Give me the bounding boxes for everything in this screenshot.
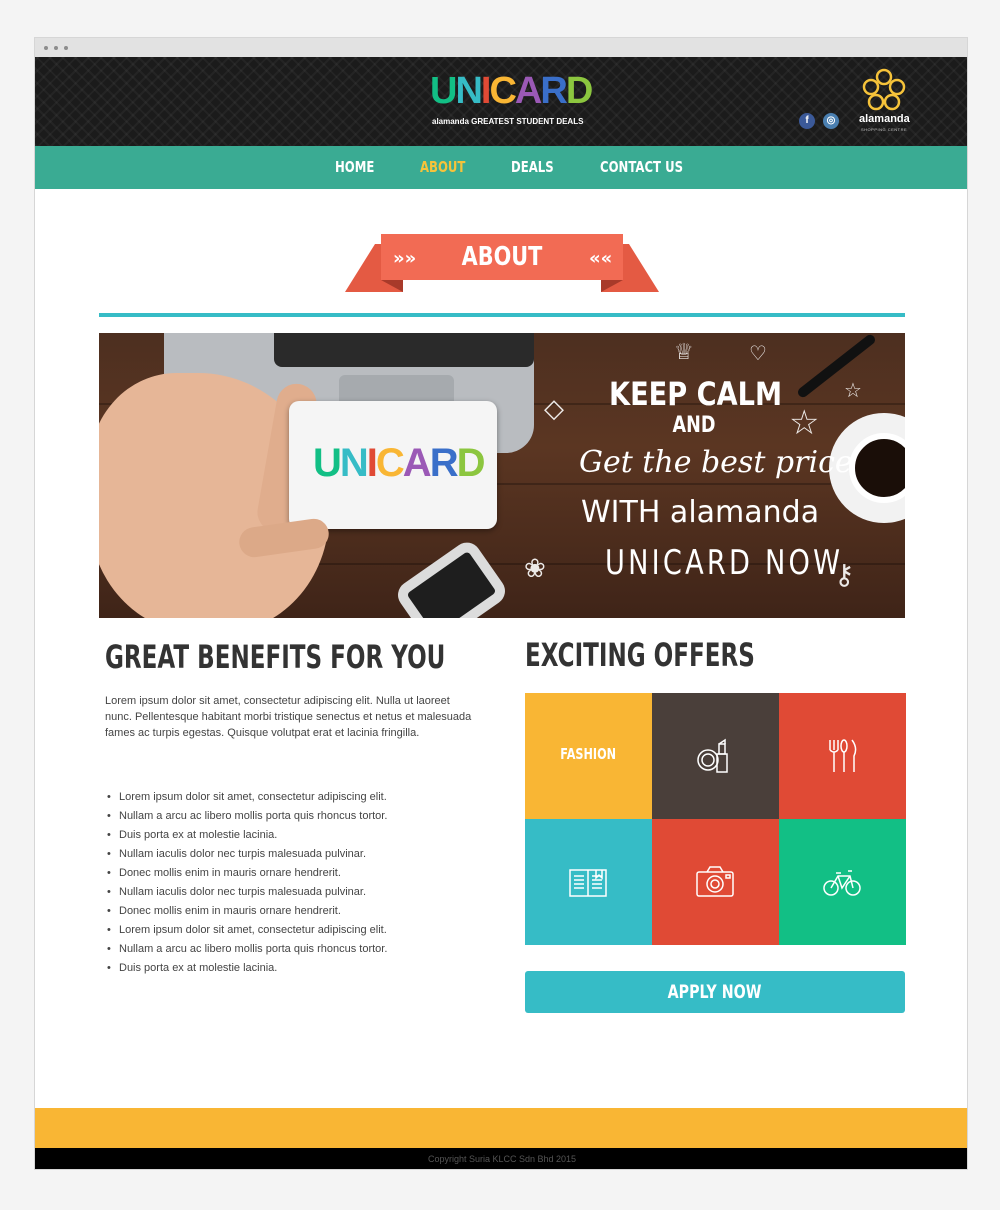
window-dot [64, 46, 68, 50]
footer-copyright: Copyright Suria KLCC Sdn Bhd 2015 [35, 1148, 967, 1169]
bicycle-icon [823, 870, 861, 896]
nav-deals[interactable]: DEALS [511, 158, 554, 176]
hero-banner: UNICARD ♕ ♡ ◇ ☆ ☆ ❀ ⚷ KEEP CALM AND Get … [99, 333, 905, 618]
banner-line-with: WITH alamanda [581, 495, 820, 530]
logo-letter: U [313, 441, 342, 485]
coffee [849, 433, 905, 503]
browser-window: UNICARD alamanda GREATEST STUDENT DEALS … [34, 37, 968, 1170]
mall-subtitle: SHOPPING CENTRE [861, 127, 908, 132]
logo-wordmark: UNICARD [430, 70, 593, 112]
window-dot [54, 46, 58, 50]
list-item: Lorem ipsum dolor sit amet, consectetur … [105, 921, 475, 940]
site-header: UNICARD alamanda GREATEST STUDENT DEALS … [35, 57, 967, 146]
star-icon: ☆ [789, 404, 820, 442]
phone-screen [406, 551, 497, 618]
banner-line-now: UNICARD NOW [605, 543, 844, 583]
alamanda-logo[interactable]: alamanda SHOPPING CENTRE [853, 67, 913, 137]
offer-tile-fashion[interactable]: FASHION [525, 693, 652, 819]
instagram-icon[interactable]: ◎ [823, 113, 839, 129]
pen-image [795, 333, 878, 400]
mall-name: alamanda [859, 113, 910, 125]
title-divider [99, 313, 905, 317]
phone-image [392, 537, 511, 618]
offers-grid: FASHION [525, 693, 906, 946]
page-title: ABOUT UNICARD [448, 242, 556, 318]
offer-tile-dining[interactable] [779, 693, 906, 819]
logo-letter: R [540, 70, 567, 112]
beauty-icon [697, 738, 728, 773]
list-item: Duis porta ex at molestie lacinia. [105, 959, 475, 978]
benefits-intro: Lorem ipsum dolor sit amet, consectetur … [105, 695, 472, 739]
list-item: Nullam a arcu ac libero mollis porta qui… [105, 940, 475, 959]
benefits-heading: GREAT BENEFITS FOR YOU [105, 638, 446, 676]
logo-letter: I [366, 441, 378, 485]
offer-tile-beauty[interactable] [652, 693, 779, 819]
footer-band [35, 1108, 967, 1148]
logo-letter: C [489, 70, 516, 112]
offer-tile-photography[interactable] [652, 819, 779, 945]
logo-letter: R [429, 441, 459, 485]
offer-tile-sports[interactable] [779, 819, 906, 945]
offers-heading: EXCITING OFFERS [525, 636, 755, 674]
apply-now-button[interactable]: APPLY NOW [525, 971, 905, 1013]
logo-letter: A [402, 441, 432, 485]
crown-icon: ♕ [674, 339, 694, 364]
unicard-logo[interactable]: UNICARD alamanda GREATEST STUDENT DEALS [430, 65, 593, 135]
list-item: Donec mollis enim in mauris ornare hendr… [105, 864, 475, 883]
logo-letter: A [514, 70, 542, 112]
logo-letter: N [339, 441, 369, 485]
browser-chrome [35, 38, 967, 57]
list-item: Lorem ipsum dolor sit amet, consectetur … [105, 788, 475, 807]
list-item: Duis porta ex at molestie lacinia. [105, 826, 475, 845]
small-star-icon: ☆ [844, 380, 862, 402]
card-logo: UNICARD [313, 441, 486, 486]
list-item: Nullam a arcu ac libero mollis porta qui… [105, 807, 475, 826]
main-nav: HOME ABOUT DEALS CONTACT US [35, 146, 967, 189]
list-item: Nullam iaculis dolor nec turpis malesuad… [105, 845, 475, 864]
nav-home[interactable]: HOME [335, 158, 374, 176]
banner-line-get: Get the best price [579, 445, 853, 480]
nav-contact-us[interactable]: CONTACT US [600, 158, 683, 176]
nav-about[interactable]: ABOUT [420, 158, 465, 176]
camera-icon [696, 866, 734, 897]
list-item: Donec mollis enim in mauris ornare hendr… [105, 902, 475, 921]
offer-tile-books[interactable] [525, 819, 652, 945]
books-icon [569, 869, 607, 897]
logo-letter: N [455, 70, 482, 112]
benefits-list: Lorem ipsum dolor sit amet, consectetur … [105, 788, 475, 978]
flower-icon [862, 68, 906, 111]
logo-letter: C [375, 441, 405, 485]
logo-letter: D [456, 441, 486, 485]
list-item: Nullam iaculis dolor nec turpis malesuad… [105, 883, 475, 902]
facebook-icon[interactable]: f [799, 113, 815, 129]
banner-line-keep-calm: KEEP CALM [609, 375, 783, 413]
laptop-keyboard [274, 333, 534, 367]
banner-line-and: AND [672, 413, 716, 438]
logo-letter: U [430, 70, 457, 112]
rose-icon: ❀ [524, 553, 546, 583]
logo-letter: D [565, 70, 593, 112]
logo-tagline: alamanda GREATEST STUDENT DEALS [432, 117, 584, 126]
unicard-card: UNICARD [289, 401, 497, 529]
heart-icon: ♡ [749, 343, 767, 365]
diamond-icon: ◇ [544, 393, 564, 423]
window-dot [44, 46, 48, 50]
dining-icon [829, 739, 857, 772]
offer-tile-label: FASHION [560, 745, 617, 763]
